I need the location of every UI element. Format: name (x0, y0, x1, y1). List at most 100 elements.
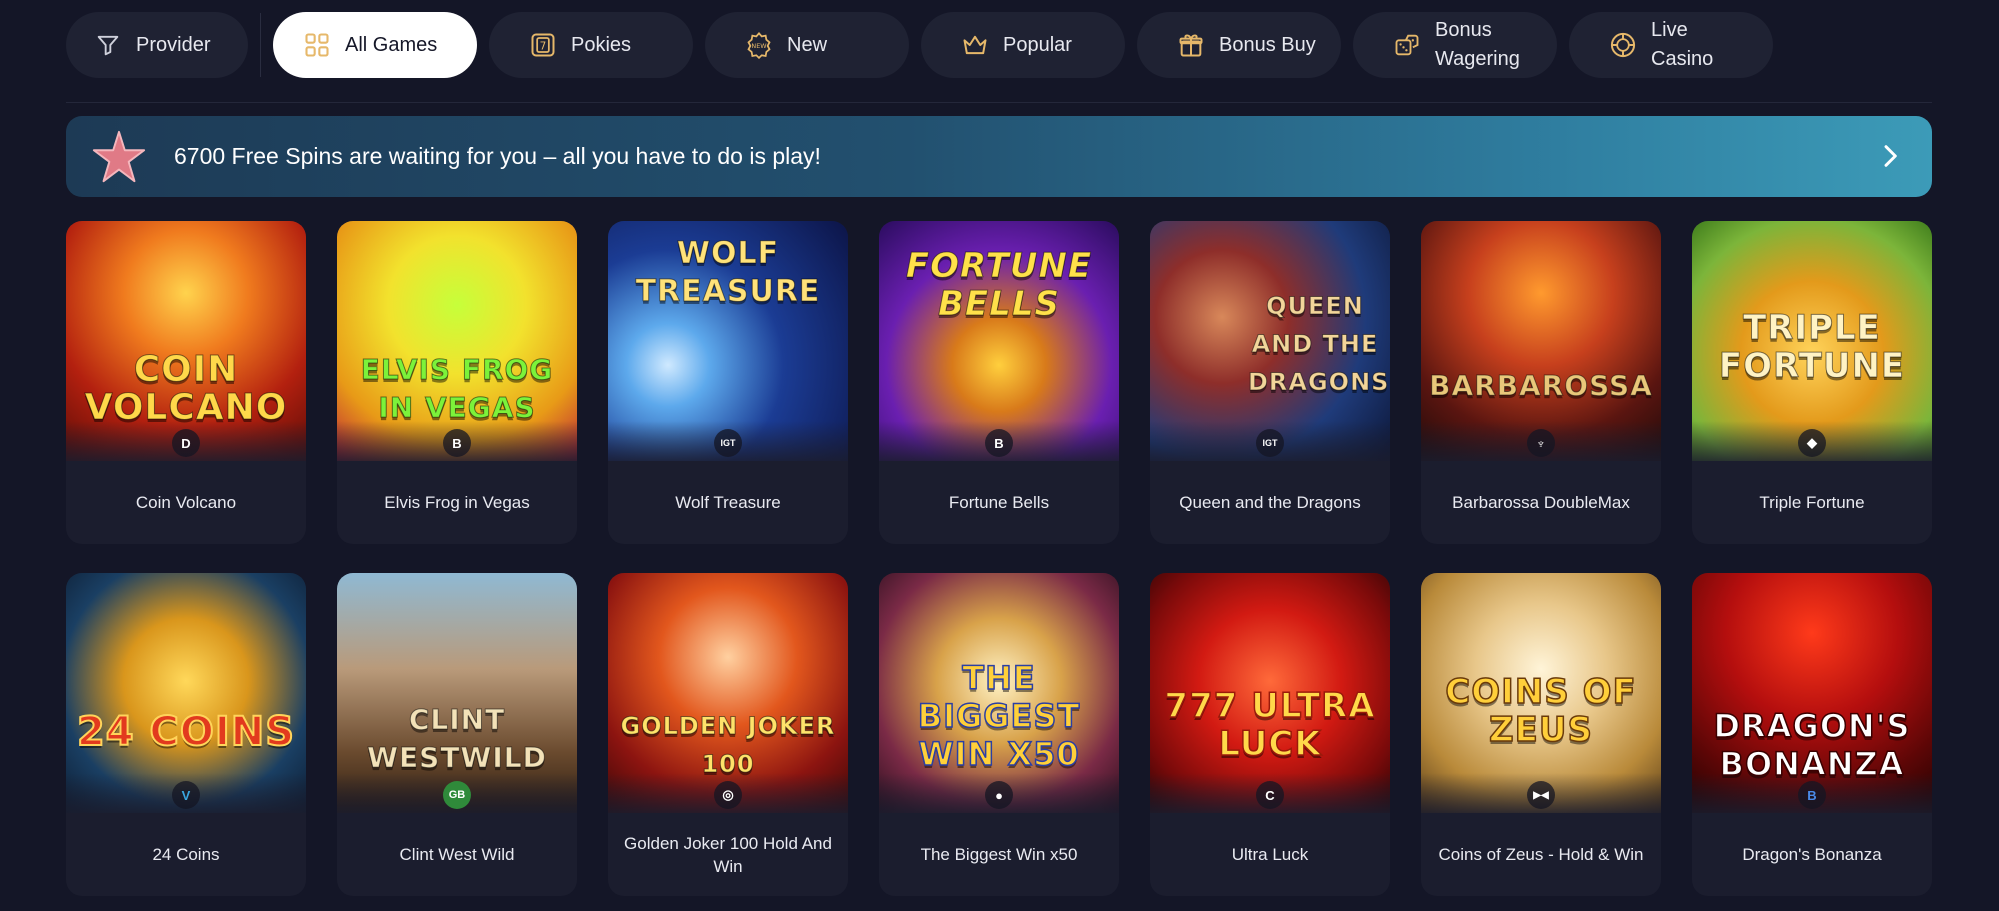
provider-badge: ◆ (1798, 429, 1826, 457)
game-card[interactable]: Dragon's Bonanza B Dragon's Bonanza (1692, 573, 1932, 896)
tab-all-games[interactable]: All Games (273, 12, 477, 78)
game-card[interactable]: Coin Volcano D Coin Volcano (66, 221, 306, 544)
game-thumbnail: 24 Coins V (66, 573, 306, 813)
free-spins-banner[interactable]: 6700 Free Spins are waiting for you – al… (66, 116, 1932, 197)
pokies-icon: 7 (531, 33, 555, 57)
tab-label: All Games (345, 33, 438, 56)
provider-badge: IGT (1256, 429, 1284, 457)
game-thumbnail: Barbarossa ♆ (1421, 221, 1661, 461)
game-art-title: Coins of Zeus (1445, 672, 1637, 750)
game-card[interactable]: Clint Westwild GB Clint West Wild (337, 573, 577, 896)
game-thumbnail: Coins of Zeus ▶◀ (1421, 573, 1661, 813)
game-card[interactable]: Triple Fortune ◆ Triple Fortune (1692, 221, 1932, 544)
provider-badge: IGT (714, 429, 742, 457)
filter-icon (97, 35, 119, 56)
game-title: Triple Fortune (1759, 493, 1865, 512)
game-title: Ultra Luck (1231, 845, 1309, 864)
provider-badge: ◎ (714, 781, 742, 809)
game-card[interactable]: The Biggest Win x50 ● The Biggest Win x5… (879, 573, 1119, 896)
game-art-title: Clint Westwild (367, 703, 547, 775)
svg-text:7: 7 (540, 41, 547, 53)
game-card[interactable]: 777 Ultra Luck C Ultra Luck (1150, 573, 1390, 896)
game-thumbnail: Triple Fortune ◆ (1692, 221, 1932, 461)
tab-pokies[interactable]: 7 Pokies (489, 12, 693, 78)
tab-label: Bonus Buy (1219, 33, 1316, 56)
chevron-right-icon (1884, 145, 1897, 167)
provider-badge: B (1798, 781, 1826, 809)
game-art-title: Elvis Frog in Vegas (360, 353, 554, 425)
provider-badge: B (443, 429, 471, 457)
game-card[interactable]: Golden Joker 100 ◎ Golden Joker 100 Hold… (608, 573, 848, 896)
provider-filter-button[interactable]: Provider (66, 12, 248, 78)
game-title: Golden Joker 100 Hold And Win (624, 833, 832, 876)
game-art-title: The Biggest Win x50 (917, 658, 1081, 774)
svg-text:NEW: NEW (751, 42, 767, 50)
game-title: 24 Coins (152, 845, 220, 864)
tab-bonus-wagering[interactable]: Bonus Wagering (1353, 12, 1557, 78)
provider-badge: ♆ (1527, 429, 1555, 457)
game-card[interactable]: Wolf Treasure IGT Wolf Treasure (608, 221, 848, 544)
game-art-title: Coin Volcano (84, 349, 288, 428)
game-art-title: Wolf Treasure (635, 236, 821, 310)
game-thumbnail: Wolf Treasure IGT (608, 221, 848, 461)
game-title: The Biggest Win x50 (920, 845, 1078, 864)
provider-badge: D (172, 429, 200, 457)
tab-label: New (787, 33, 828, 56)
game-card[interactable]: Barbarossa ♆ Barbarossa DoubleMax (1421, 221, 1661, 544)
grid-icon (305, 33, 329, 57)
filter-divider (260, 13, 261, 77)
game-title: Clint West Wild (399, 845, 515, 864)
game-card[interactable]: Elvis Frog in Vegas B Elvis Frog in Vega… (337, 221, 577, 544)
provider-badge: V (172, 781, 200, 809)
provider-badge: ▶◀ (1527, 781, 1555, 809)
game-title: Coins of Zeus - Hold & Win (1438, 845, 1644, 864)
chip-icon (1610, 32, 1636, 58)
crown-icon (963, 35, 987, 55)
game-art-title: Queen and the Dragons (1248, 292, 1390, 397)
game-card[interactable]: Coins of Zeus ▶◀ Coins of Zeus - Hold & … (1421, 573, 1661, 896)
game-title: Queen and the Dragons (1179, 493, 1361, 512)
tab-label: Pokies (571, 33, 632, 56)
games-grid: Coin Volcano D Coin Volcano Elvis Frog i… (66, 221, 1932, 896)
game-thumbnail: 777 Ultra Luck C (1150, 573, 1390, 813)
game-art-title: Dragon's Bonanza (1713, 706, 1911, 784)
section-divider (66, 102, 1932, 103)
game-thumbnail: Elvis Frog in Vegas B (337, 221, 577, 461)
gift-icon (1179, 34, 1203, 57)
game-art-title: Fortune Bells (905, 246, 1093, 324)
game-art-title: Golden Joker 100 (620, 712, 836, 779)
category-filter-bar: Provider All Games 7 Pokies NEW New Popu… (66, 10, 1932, 80)
game-thumbnail: Golden Joker 100 ◎ (608, 573, 848, 813)
banner-text: 6700 Free Spins are waiting for you – al… (174, 143, 821, 169)
new-badge-icon: NEW (747, 32, 771, 59)
provider-badge: C (1256, 781, 1284, 809)
tab-bonus-buy[interactable]: Bonus Buy (1137, 12, 1341, 78)
game-card[interactable]: Fortune Bells B Fortune Bells (879, 221, 1119, 544)
tab-label: Popular (1003, 33, 1072, 56)
game-title: Wolf Treasure (675, 493, 781, 512)
game-title: Coin Volcano (135, 493, 237, 512)
game-thumbnail: Fortune Bells B (879, 221, 1119, 461)
provider-badge: GB (443, 781, 471, 809)
game-card[interactable]: Queen and the Dragons IGT Queen and the … (1150, 221, 1390, 544)
tab-new[interactable]: NEW New (705, 12, 909, 78)
game-art-title: Triple Fortune (1718, 308, 1906, 386)
starfish-icon (92, 130, 146, 182)
game-thumbnail: Dragon's Bonanza B (1692, 573, 1932, 813)
provider-badge: B (985, 429, 1013, 457)
game-art-title: 777 Ultra Luck (1164, 686, 1376, 764)
tab-popular[interactable]: Popular (921, 12, 1125, 78)
tab-label: Bonus Wagering (1435, 19, 1520, 70)
tab-live-casino[interactable]: Live Casino (1569, 12, 1773, 78)
dice-icon (1395, 34, 1419, 56)
game-art-title: 24 Coins (76, 709, 296, 755)
game-art-title: Barbarossa (1429, 369, 1653, 403)
game-title: Barbarossa DoubleMax (1452, 493, 1630, 512)
tab-label: Live Casino (1651, 19, 1714, 70)
game-thumbnail: Coin Volcano D (66, 221, 306, 461)
game-card[interactable]: 24 Coins V 24 Coins (66, 573, 306, 896)
game-thumbnail: Clint Westwild GB (337, 573, 577, 813)
game-title: Dragon's Bonanza (1742, 845, 1882, 864)
game-thumbnail: Queen and the Dragons IGT (1150, 221, 1390, 461)
game-thumbnail: The Biggest Win x50 ● (879, 573, 1119, 813)
